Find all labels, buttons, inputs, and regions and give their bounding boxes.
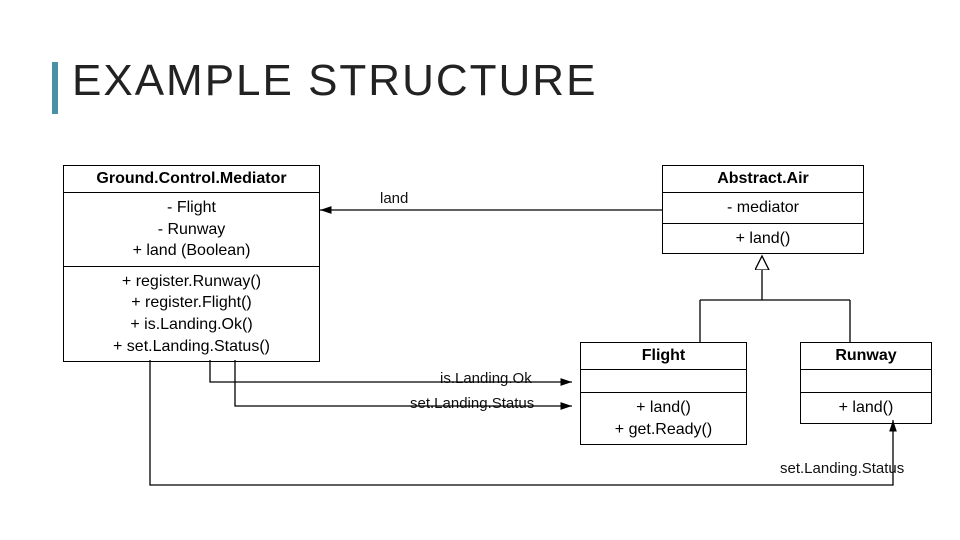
assoc-label-set-landing-status-left: set.Landing.Status [410,395,534,412]
class-operations: + land() [663,224,863,254]
assoc-label-is-landing-ok: is.Landing.Ok [440,370,532,387]
class-operations: + land() [801,393,931,423]
class-ground-control-mediator: Ground.Control.Mediator - Flight - Runwa… [63,165,320,362]
class-title: Runway [801,343,931,370]
class-abstract-air: Abstract.Air - mediator + land() [662,165,864,254]
class-operations: + land() + get.Ready() [581,393,746,444]
assoc-label-land: land [380,190,408,207]
class-attributes [801,370,931,393]
class-attributes [581,370,746,393]
class-runway: Runway + land() [800,342,932,424]
class-attributes: - Flight - Runway + land (Boolean) [64,193,319,267]
title-accent [52,62,58,114]
class-flight: Flight + land() + get.Ready() [580,342,747,445]
class-operations: + register.Runway() + register.Flight() … [64,267,319,361]
page-title: EXAMPLE STRUCTURE [72,56,597,106]
class-title: Abstract.Air [663,166,863,193]
assoc-label-set-landing-status-right: set.Landing.Status [780,460,904,477]
class-attributes: - mediator [663,193,863,224]
class-title: Flight [581,343,746,370]
class-title: Ground.Control.Mediator [64,166,319,193]
